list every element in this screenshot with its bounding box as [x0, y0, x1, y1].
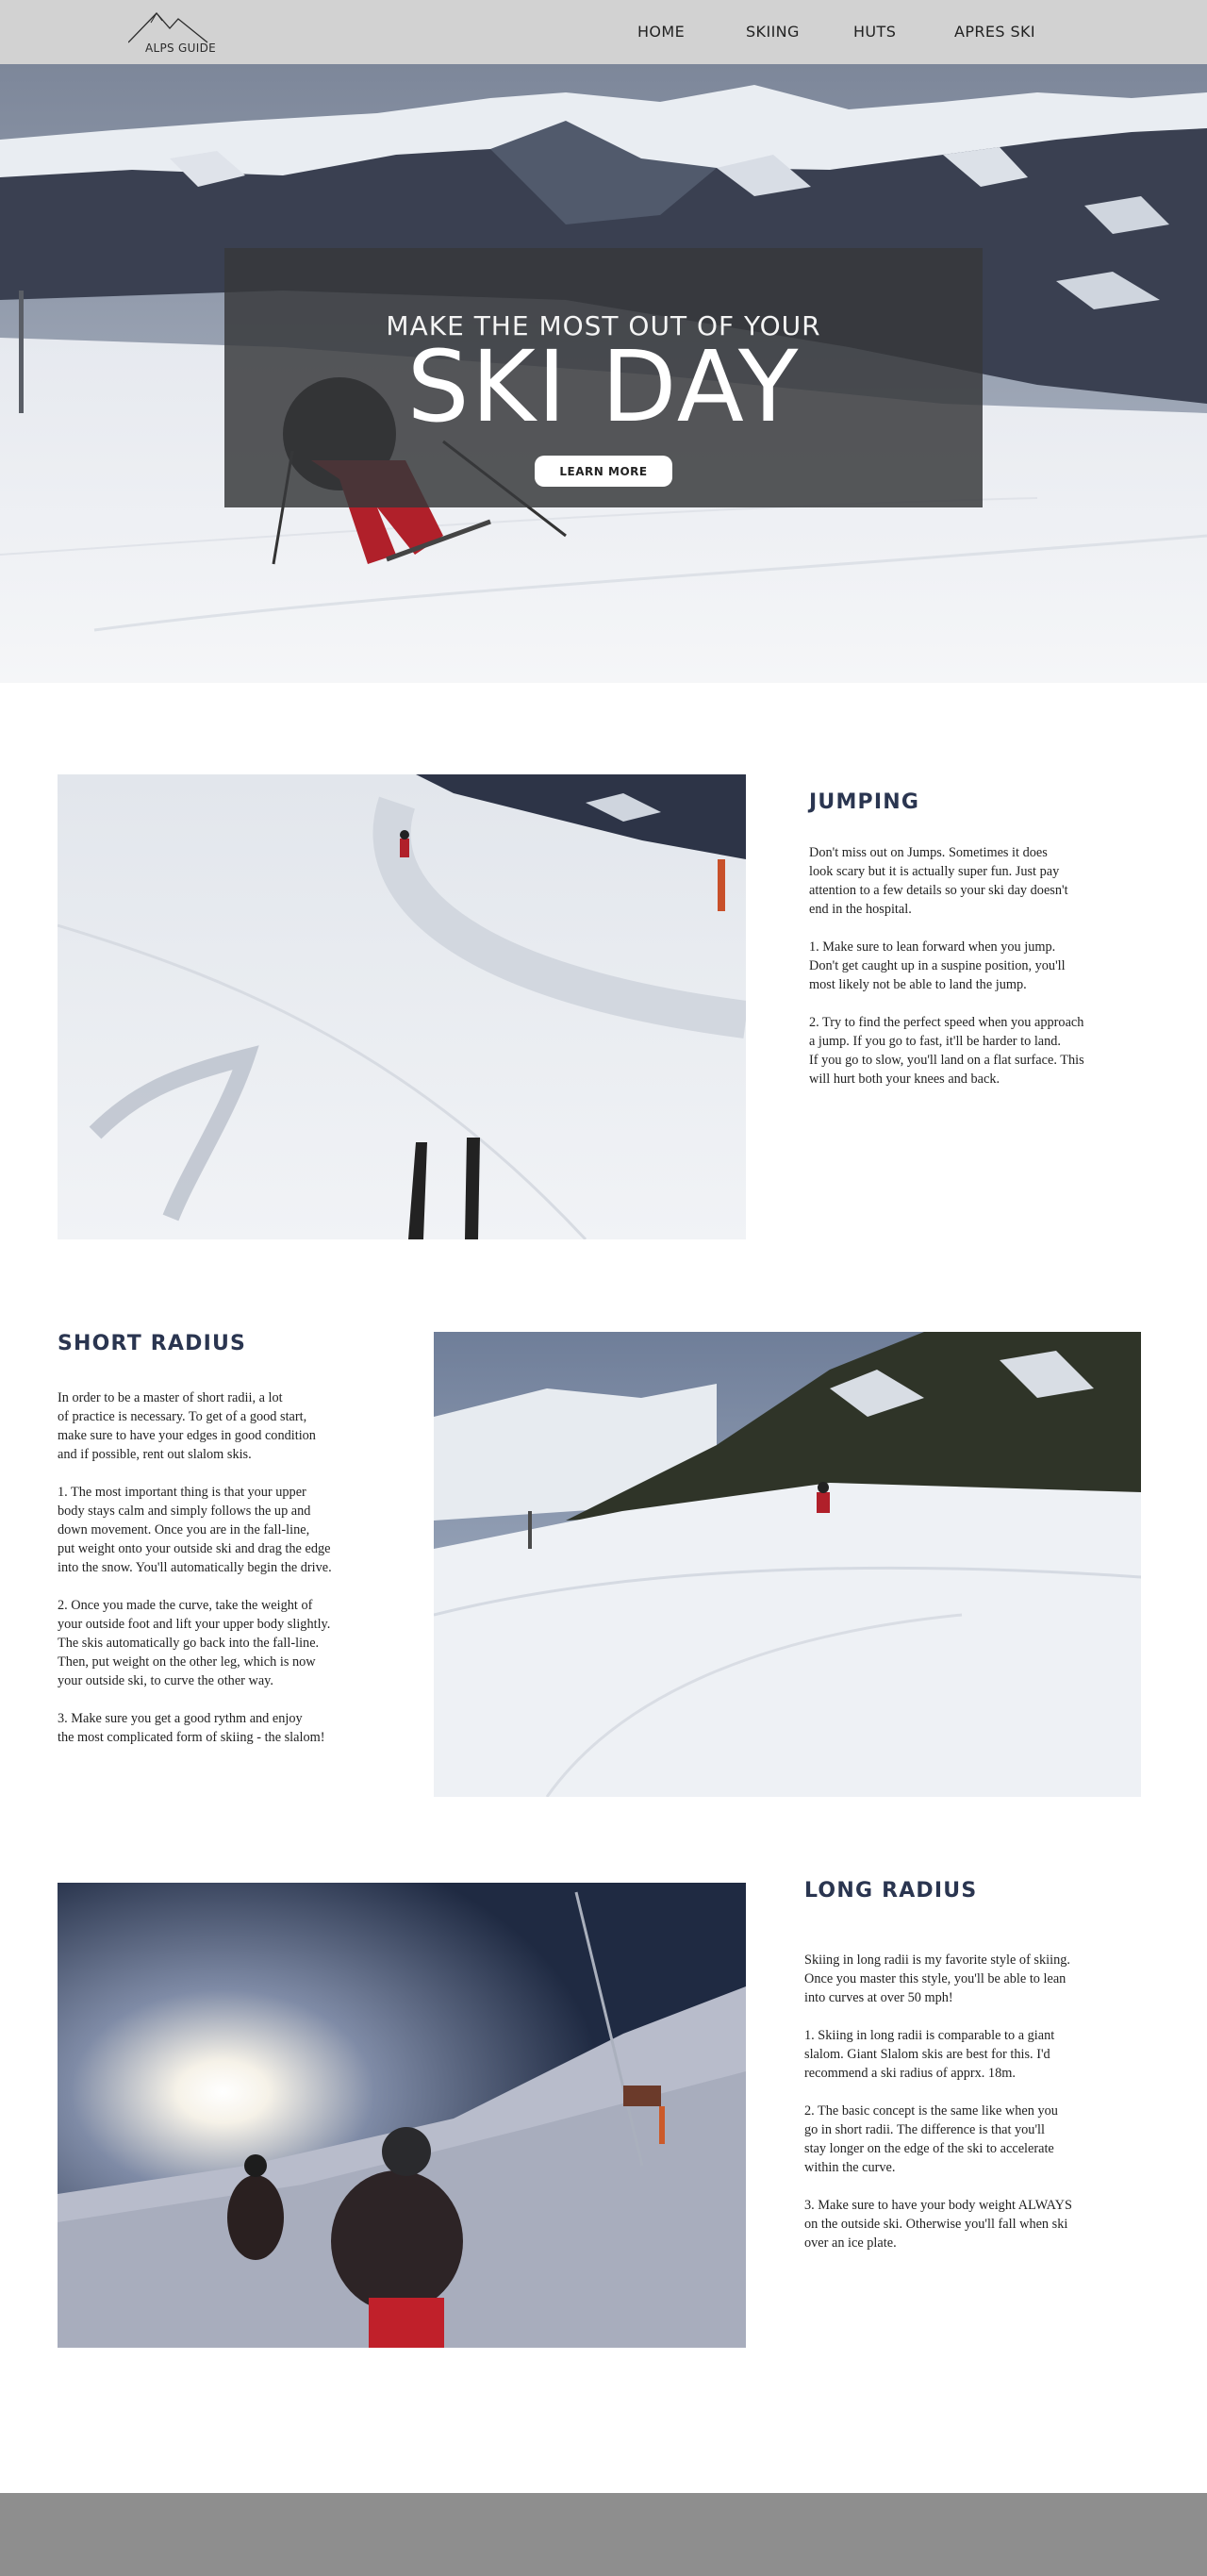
short-radius-heading: SHORT RADIUS: [58, 1332, 247, 1355]
long-radius-text: Skiing in long radii is my favorite styl…: [804, 1951, 1144, 2271]
hero-overlay: MAKE THE MOST OUT OF YOUR SKI DAY LEARN …: [224, 248, 983, 507]
paragraph: 1. The most important thing is that your…: [58, 1485, 332, 1575]
paragraph: 1. Make sure to lean forward when you ju…: [809, 939, 1066, 992]
paragraph: 2. Try to find the perfect speed when yo…: [809, 1015, 1084, 1087]
nav-home[interactable]: HOME: [637, 23, 685, 41]
top-navigation-bar: ALPS GUIDE HOME SKIING HUTS APRES SKI: [0, 0, 1207, 64]
mountain-logo-icon: [128, 12, 208, 43]
paragraph: 3. Make sure to have your body weight AL…: [804, 2198, 1072, 2251]
paragraph: Don't miss out on Jumps. Sometimes it do…: [809, 845, 1068, 917]
short-radius-text: In order to be a master of short radii, …: [58, 1388, 416, 1766]
paragraph: 1. Skiing in long radii is comparable to…: [804, 2028, 1055, 2081]
learn-more-button[interactable]: LEARN MORE: [535, 456, 672, 487]
page-footer: [0, 2493, 1207, 2576]
hero-title: SKI DAY: [406, 329, 801, 444]
site-logo[interactable]: ALPS GUIDE: [128, 8, 245, 57]
nav-skiing[interactable]: SKIING: [746, 23, 800, 41]
nav-huts[interactable]: HUTS: [853, 23, 896, 41]
paragraph: 2. Once you made the curve, take the wei…: [58, 1598, 331, 1688]
paragraph: Skiing in long radii is my favorite styl…: [804, 1953, 1070, 2005]
jumping-photo: [58, 774, 746, 1239]
long-radius-photo: [58, 1883, 746, 2348]
paragraph: In order to be a master of short radii, …: [58, 1390, 316, 1462]
hero-banner: MAKE THE MOST OUT OF YOUR SKI DAY LEARN …: [0, 64, 1207, 683]
jumping-heading: JUMPING: [809, 790, 920, 814]
jumping-text: Don't miss out on Jumps. Sometimes it do…: [809, 843, 1149, 1107]
paragraph: 2. The basic concept is the same like wh…: [804, 2103, 1058, 2175]
logo-text: ALPS GUIDE: [145, 42, 217, 55]
nav-apres-ski[interactable]: APRES SKI: [954, 23, 1035, 41]
long-radius-heading: LONG RADIUS: [804, 1879, 978, 1903]
short-radius-photo: [434, 1332, 1141, 1797]
paragraph: 3. Make sure you get a good rythm and en…: [58, 1711, 325, 1745]
